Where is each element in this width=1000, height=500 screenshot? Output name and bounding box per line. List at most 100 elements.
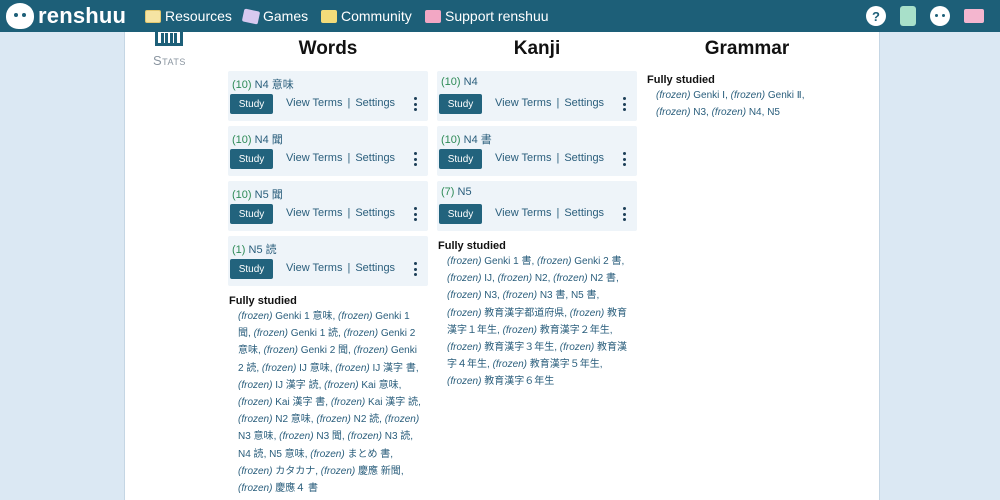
studied-list-link[interactable]: (frozen) Genki 2 聞 [264, 345, 348, 356]
studied-list-link[interactable]: (frozen) N3 [447, 290, 497, 301]
mail-icon[interactable] [964, 9, 984, 23]
nav-support[interactable]: Support renshuu [425, 0, 549, 32]
studied-list-name: N4 [748, 107, 762, 119]
heart-icon [425, 9, 441, 23]
studied-list-link[interactable]: (frozen) カタカナ [238, 466, 315, 477]
frozen-label: (frozen) [447, 307, 482, 319]
stats-label[interactable]: Stats [153, 53, 186, 68]
nav-resources[interactable]: Resources [145, 0, 232, 32]
study-button[interactable]: Study [439, 149, 482, 169]
studied-list-link[interactable]: (frozen) 慶應４ 書 [238, 483, 318, 494]
settings-link[interactable]: Settings [564, 97, 604, 109]
frozen-label: (frozen) [324, 379, 359, 391]
view-terms-link[interactable]: View Terms [286, 152, 342, 164]
studied-list-link[interactable]: N4 読 [238, 449, 264, 460]
view-terms-link[interactable]: View Terms [495, 97, 551, 109]
study-button[interactable]: Study [439, 204, 482, 224]
studied-list-link[interactable]: (frozen) Kai 意味 [324, 380, 398, 391]
card-title[interactable]: (10) N4 意味 [232, 76, 294, 92]
more-options-icon[interactable] [414, 207, 417, 221]
frozen-label: (frozen) [447, 376, 482, 388]
studied-list-link[interactable]: (frozen) Genki 1 書 [447, 256, 531, 267]
view-terms-link[interactable]: View Terms [286, 207, 342, 219]
nav-games[interactable]: Games [241, 0, 308, 32]
list-icon[interactable] [900, 6, 916, 26]
card-title[interactable]: (10) N4 書 [441, 131, 492, 147]
studied-list-name: N3 聞 [316, 431, 342, 443]
studied-list-link[interactable]: (frozen) N2 [498, 273, 548, 284]
studied-list-link[interactable]: (frozen) 教育漢字都道府県 [447, 308, 564, 319]
frozen-label: (frozen) [447, 273, 482, 285]
card-title[interactable]: (10) N4 [441, 76, 478, 88]
studied-list-link[interactable]: (frozen) N3 聞 [279, 431, 342, 442]
studied-list-link[interactable]: (frozen) Kai 漢字 書 [238, 397, 325, 408]
view-terms-link[interactable]: View Terms [286, 97, 342, 109]
studied-list-link[interactable]: (frozen) 慶應 新聞 [321, 466, 401, 477]
studied-list-link[interactable]: (frozen) 教育漢字６年生 [447, 376, 554, 387]
studied-list-link[interactable]: (frozen) Genki 1 読 [254, 328, 338, 339]
studied-list-name: N2 [534, 273, 548, 285]
renshuu-logo[interactable]: renshuu [6, 2, 126, 30]
studied-list-link[interactable]: (frozen) IJ [447, 273, 492, 284]
studied-list-link[interactable]: (frozen) Genki 1 意味 [238, 311, 332, 322]
studied-list-link[interactable]: N5 意味 [269, 449, 305, 460]
more-options-icon[interactable] [623, 152, 626, 166]
study-button[interactable]: Study [230, 94, 273, 114]
stats-icon[interactable] [155, 32, 183, 46]
studied-list-link[interactable]: (frozen) N2 書 [553, 273, 616, 284]
dice-icon [241, 7, 261, 25]
settings-link[interactable]: Settings [355, 97, 395, 109]
help-icon[interactable]: ? [866, 6, 886, 26]
card-title[interactable]: (10) N4 聞 [232, 131, 283, 147]
studied-list-link[interactable]: (frozen) Kai 漢字 読 [331, 397, 418, 408]
frozen-label: (frozen) [330, 397, 366, 409]
view-terms-link[interactable]: View Terms [286, 262, 342, 274]
kanji-fully-studied-title: Fully studied [438, 240, 506, 252]
studied-list-link[interactable]: N5 書 [571, 290, 597, 301]
frozen-label: (frozen) [711, 107, 747, 119]
nav-community[interactable]: Community [321, 0, 412, 32]
studied-list-link[interactable]: (frozen) N3 書 [503, 290, 566, 301]
frozen-label: (frozen) [553, 273, 588, 285]
studied-list-link[interactable]: (frozen) IJ 意味 [262, 363, 330, 374]
studied-list-link[interactable]: (frozen) 教育漢字３年生 [447, 342, 554, 353]
studied-list-link[interactable]: (frozen) IJ 漢字 書 [335, 363, 416, 374]
card-title[interactable]: (10) N5 聞 [232, 186, 283, 202]
more-options-icon[interactable] [414, 97, 417, 111]
studied-list-link[interactable]: (frozen) まとめ 書 [310, 449, 390, 460]
view-terms-link[interactable]: View Terms [495, 207, 551, 219]
settings-link[interactable]: Settings [355, 152, 395, 164]
card-title[interactable]: (7) N5 [441, 186, 472, 198]
study-button[interactable]: Study [230, 149, 273, 169]
studied-list-link[interactable]: (frozen) 教育漢字２年生 [503, 325, 610, 336]
studied-list-link[interactable]: (frozen) N2 意味 [238, 414, 311, 425]
study-button[interactable]: Study [439, 94, 482, 114]
card-title[interactable]: (1) N5 読 [232, 241, 277, 257]
studied-list-name: N2 意味 [275, 414, 311, 426]
more-options-icon[interactable] [623, 207, 626, 221]
studied-list-link[interactable]: (frozen) N4 [712, 107, 762, 118]
settings-link[interactable]: Settings [564, 152, 604, 164]
settings-link[interactable]: Settings [355, 262, 395, 274]
more-options-icon[interactable] [414, 262, 417, 276]
studied-list-link[interactable]: (frozen) N2 読 [316, 414, 379, 425]
view-terms-link[interactable]: View Terms [495, 152, 551, 164]
top-navigation-bar: renshuu Resources Games Community Suppor… [0, 0, 1000, 32]
frozen-label: (frozen) [347, 431, 382, 443]
studied-list-link[interactable]: (frozen) IJ 漢字 読 [238, 380, 319, 391]
studied-list-link[interactable]: (frozen) N3 読 [347, 431, 410, 442]
more-options-icon[interactable] [414, 152, 417, 166]
study-button[interactable]: Study [230, 204, 273, 224]
settings-link[interactable]: Settings [564, 207, 604, 219]
studied-list-link[interactable]: (frozen) Genki Ⅱ [731, 90, 802, 101]
study-button[interactable]: Study [230, 259, 273, 279]
profile-icon[interactable] [930, 6, 950, 26]
studied-list-link[interactable]: N5 [767, 107, 780, 118]
studied-list-link[interactable]: (frozen) Genki Ⅰ [656, 90, 725, 101]
studied-list-link[interactable]: (frozen) 教育漢字５年生 [493, 359, 600, 370]
settings-link[interactable]: Settings [355, 207, 395, 219]
studied-list-link[interactable]: (frozen) Genki 2 書 [537, 256, 621, 267]
more-options-icon[interactable] [623, 97, 626, 111]
studied-list-name: N4 読 [238, 448, 264, 460]
studied-list-link[interactable]: (frozen) N3 [656, 107, 706, 118]
